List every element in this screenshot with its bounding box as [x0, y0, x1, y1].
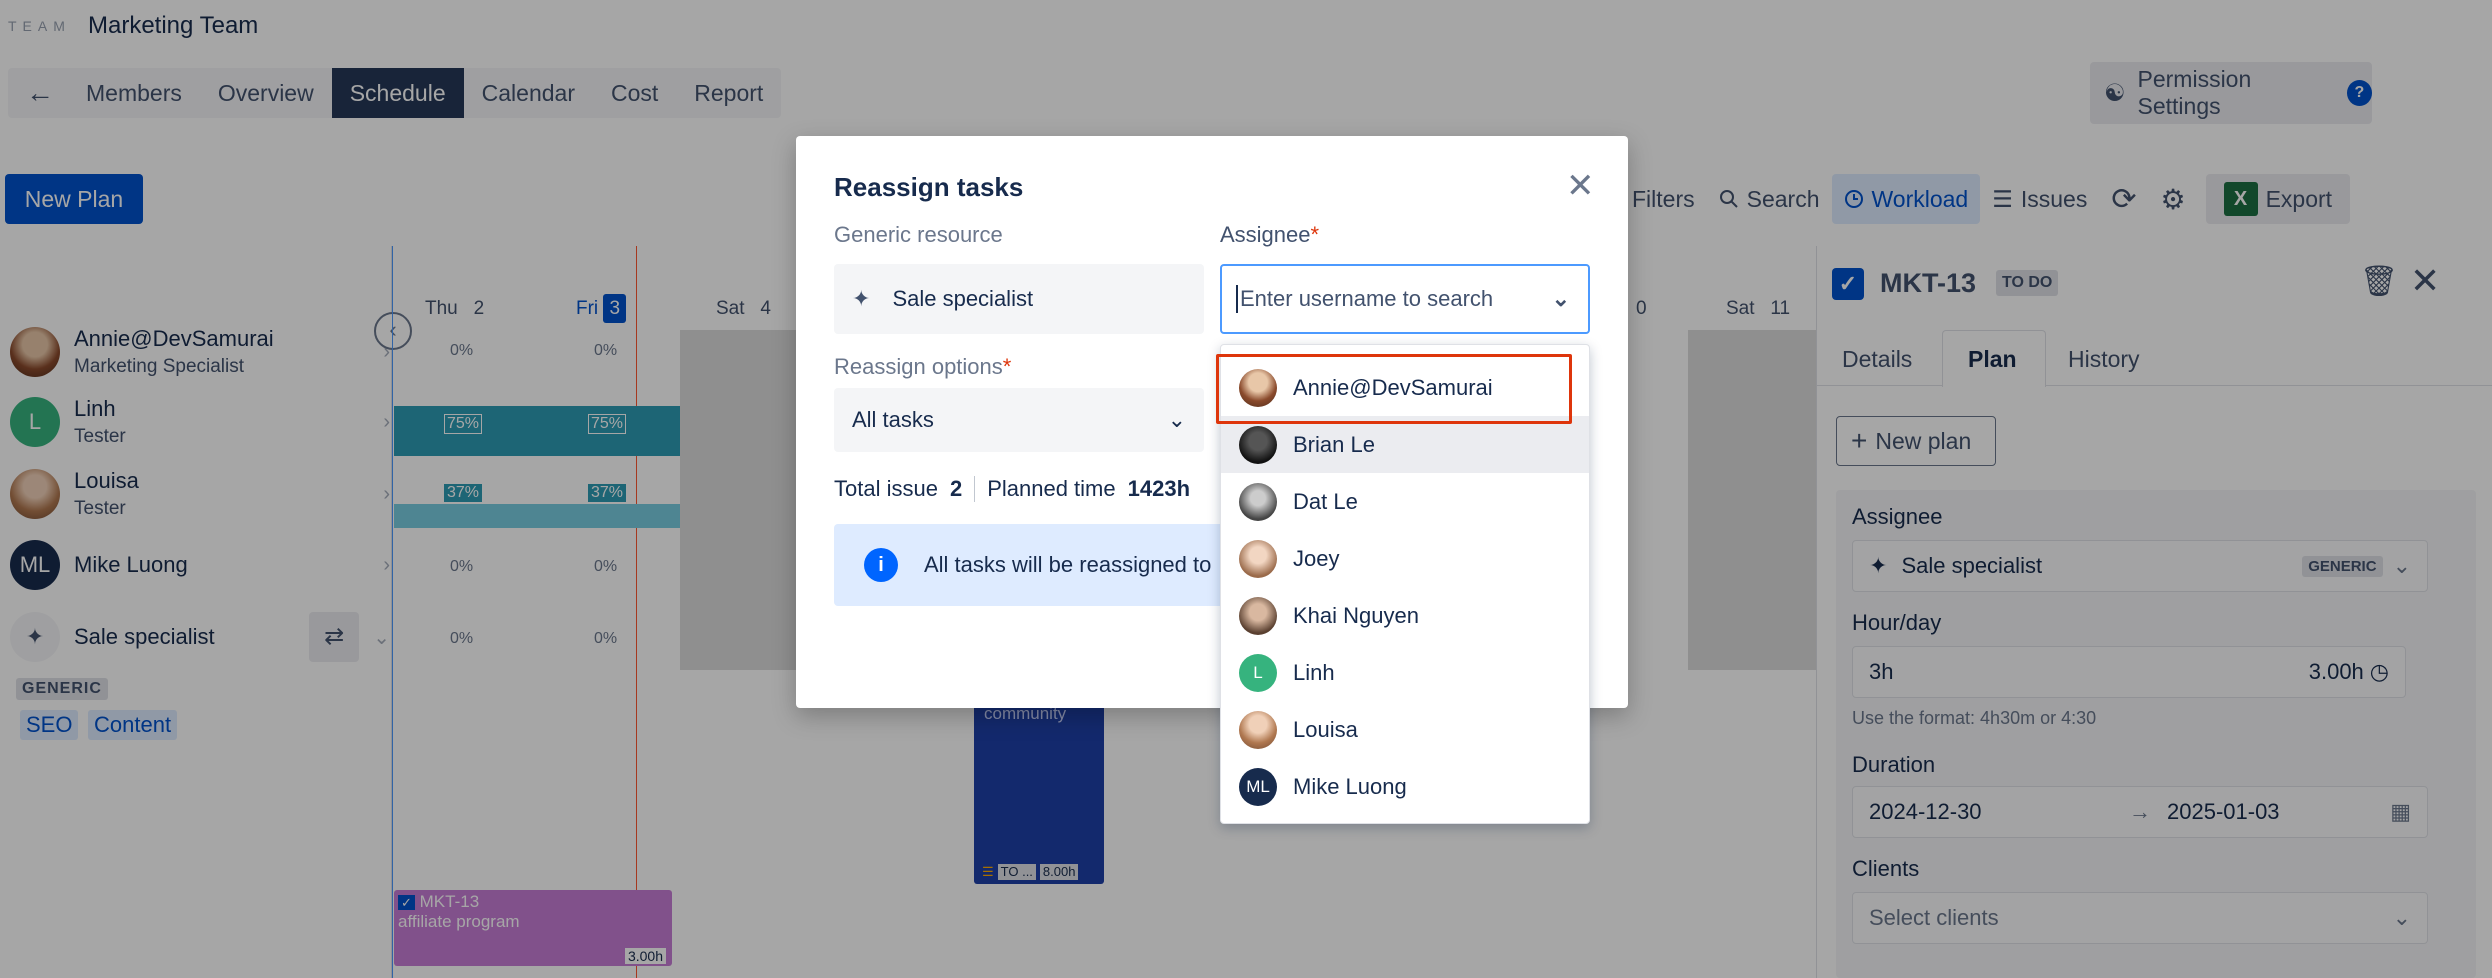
assignee-option[interactable]: Dat Le — [1221, 473, 1589, 530]
planned-time-label: Planned time — [987, 476, 1116, 501]
avatar — [1239, 482, 1277, 521]
planned-time-value: 1423h — [1127, 476, 1191, 501]
assignee-label: Assignee* — [1220, 222, 1320, 247]
puzzle-icon: ✦ — [852, 286, 871, 311]
option-name: Joey — [1293, 545, 1340, 571]
highlight-box — [1216, 354, 1572, 424]
info-icon: i — [864, 548, 898, 582]
total-issue-value: 2 — [949, 476, 963, 501]
reassign-options-label: Reassign options* — [834, 354, 1012, 379]
assignee-option[interactable]: Louisa — [1221, 701, 1589, 758]
assignee-option[interactable]: Khai Nguyen — [1221, 587, 1589, 644]
option-name: Mike Luong — [1293, 773, 1407, 799]
generic-resource-field: ✦ Sale specialist — [834, 264, 1204, 334]
assignee-option[interactable]: Joey — [1221, 530, 1589, 587]
option-name: Linh — [1293, 659, 1335, 685]
assignee-option[interactable]: ML Mike Luong — [1221, 758, 1589, 815]
chevron-down-icon: ⌄ — [1167, 407, 1186, 432]
assignee-option[interactable]: L Linh — [1221, 644, 1589, 701]
avatar — [1239, 596, 1277, 635]
assignee-search-input[interactable]: Enter username to search ⌄ — [1220, 264, 1590, 334]
avatar — [1239, 710, 1277, 749]
option-name: Brian Le — [1293, 431, 1375, 457]
total-issue-label: Total issue — [834, 476, 938, 501]
avatar — [1239, 425, 1277, 464]
caret — [1236, 285, 1238, 313]
separator — [974, 476, 976, 502]
reassign-options-select[interactable]: All tasks ⌄ — [834, 388, 1204, 452]
avatar: ML — [1239, 767, 1277, 806]
assignee-option[interactable]: Brian Le — [1221, 416, 1589, 473]
info-text: All tasks will be reassigned to — [924, 552, 1212, 577]
generic-resource-label: Generic resource — [834, 222, 1003, 247]
avatar — [1239, 539, 1277, 578]
generic-resource-value: Sale specialist — [892, 286, 1034, 311]
chevron-down-icon[interactable]: ⌄ — [1552, 286, 1570, 312]
summary-line: Total issue 2 Planned time 1423h — [834, 476, 1190, 502]
option-name: Khai Nguyen — [1293, 602, 1419, 628]
option-name: Dat Le — [1293, 488, 1358, 514]
close-icon[interactable]: ✕ — [1566, 166, 1595, 206]
assignee-placeholder: Enter username to search — [1240, 286, 1494, 311]
dialog-title: Reassign tasks — [834, 172, 1024, 202]
option-name: Louisa — [1293, 716, 1358, 742]
reassign-options-value: All tasks — [852, 407, 934, 432]
avatar: L — [1239, 653, 1277, 692]
